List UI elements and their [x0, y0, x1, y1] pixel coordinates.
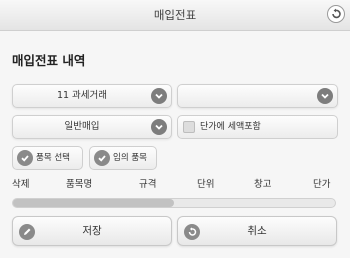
back-button[interactable]	[327, 5, 345, 23]
purchase-type-value: 일반매입	[64, 121, 100, 132]
column-header-spec: 규격	[139, 179, 157, 190]
column-header-unit-price: 단가	[313, 179, 331, 190]
chevron-down-icon	[151, 88, 167, 104]
custom-item-label: 임의 품목	[113, 153, 147, 163]
vat-included-label: 단가에 세액포함	[200, 122, 261, 132]
purchase-type-select[interactable]: 일반매입	[12, 115, 172, 139]
custom-item-button[interactable]: 임의 품목	[89, 146, 157, 170]
save-button[interactable]: 저장	[12, 216, 172, 246]
tax-type-value: 11 과세거래	[56, 90, 108, 101]
page-title: 매입전표	[153, 8, 197, 22]
header-bar: 매입전표	[0, 0, 350, 31]
column-header-warehouse: 창고	[254, 179, 272, 190]
section-title: 매입전표 내역	[12, 53, 86, 68]
check-icon	[94, 150, 110, 166]
cancel-label: 취소	[247, 225, 267, 237]
select-item-label: 품목 선택	[36, 153, 70, 163]
cancel-button[interactable]: 취소	[177, 216, 337, 246]
column-header-delete: 삭제	[12, 179, 30, 190]
tax-type-select[interactable]: 11 과세거래	[12, 84, 172, 108]
back-arrow-icon	[332, 8, 341, 19]
column-header-unit: 단위	[197, 179, 215, 190]
save-label: 저장	[82, 225, 102, 237]
select-item-button[interactable]: 품목 선택	[12, 146, 83, 170]
chevron-down-icon	[317, 88, 333, 104]
secondary-select[interactable]	[177, 84, 338, 108]
check-icon	[17, 150, 33, 166]
scrollbar-thumb[interactable]	[13, 199, 174, 207]
table-header: 삭제 품목명 규격 단위 창고 단가	[0, 176, 350, 190]
horizontal-scrollbar[interactable]	[12, 198, 336, 208]
column-header-item-name: 품목명	[66, 179, 93, 190]
vat-included-checkbox[interactable]	[183, 121, 195, 133]
chevron-down-icon	[151, 119, 167, 135]
vat-included-field[interactable]: 단가에 세액포함	[177, 115, 338, 139]
